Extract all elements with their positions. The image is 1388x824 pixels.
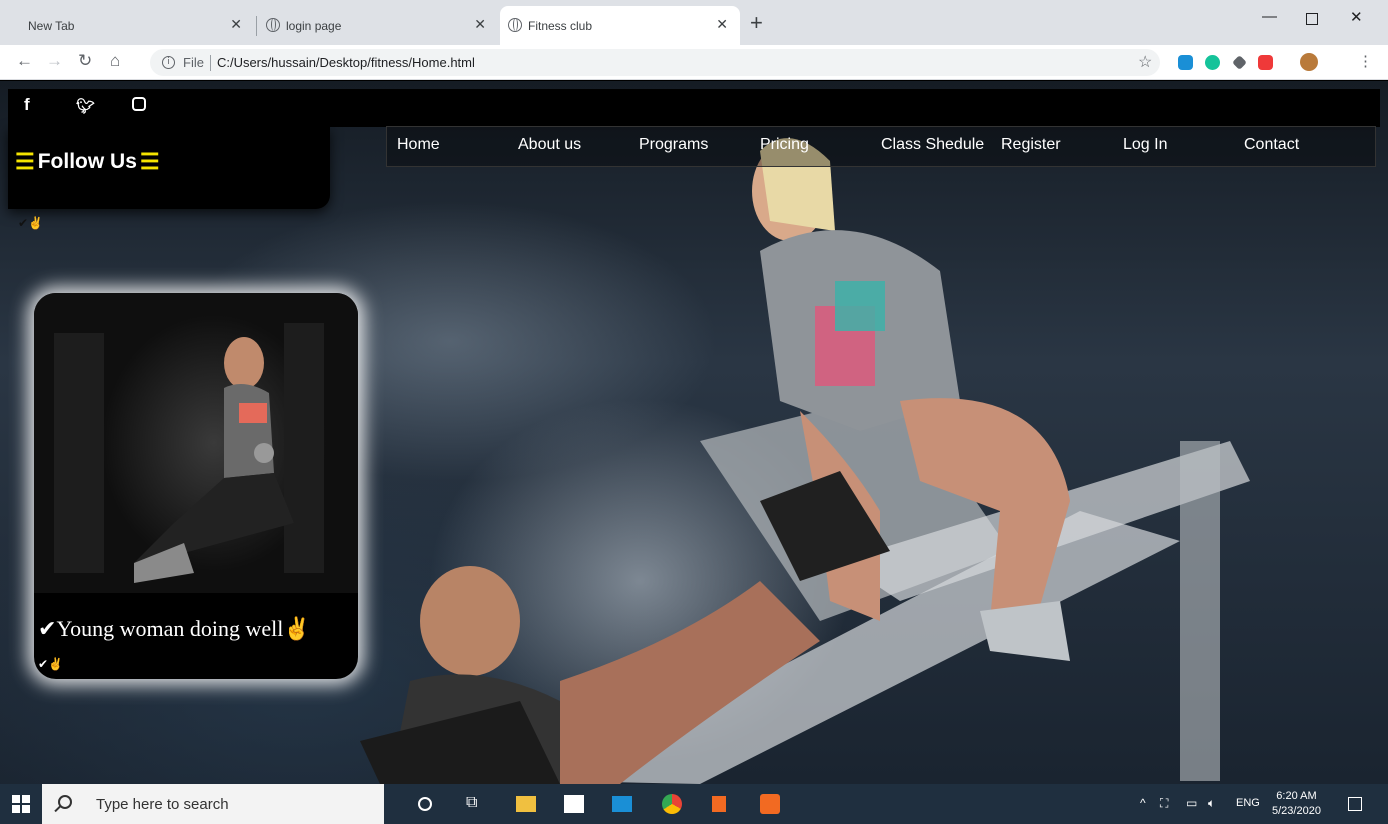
- nav-about-us[interactable]: About us: [518, 136, 581, 154]
- tab-fitness-club[interactable]: Fitness club ✕: [500, 6, 740, 45]
- man-head: [420, 566, 520, 676]
- store-icon[interactable]: [564, 795, 584, 813]
- pocket-icon[interactable]: [1258, 55, 1273, 70]
- back-icon[interactable]: ←: [16, 51, 33, 71]
- woman-shoe: [980, 601, 1070, 661]
- windows-start-icon[interactable]: [12, 795, 30, 813]
- mail-icon[interactable]: [612, 796, 632, 812]
- search-placeholder: Type here to search: [96, 795, 229, 813]
- check-icon: ✔: [38, 616, 57, 641]
- instagram-icon[interactable]: [132, 97, 146, 111]
- windows-taskbar: Type here to search ⧉ ^ ⛶ ▭ 🔈︎ ENG 6:20 …: [0, 784, 1388, 824]
- follow-label: Follow Us: [37, 150, 137, 173]
- facebook-icon[interactable]: f: [24, 95, 30, 115]
- sublime-icon[interactable]: [712, 796, 726, 812]
- close-icon[interactable]: ✕: [474, 16, 486, 33]
- clock-date: 5/23/2020: [1272, 805, 1321, 817]
- feature-card[interactable]: ✔Young woman doing well✌ ✔✌: [34, 293, 358, 679]
- new-tab-icon[interactable]: +: [750, 10, 763, 36]
- tab-title: New Tab: [28, 18, 75, 33]
- follow-us-heading: ☰ Follow Us ☰: [12, 149, 163, 175]
- clock[interactable]: 6:20 AM 5/23/2020: [1272, 789, 1321, 819]
- browser-toolbar: ← → ↻ ⌂ i File C:/Users/hussain/Desktop/…: [0, 45, 1388, 80]
- tab-login-page[interactable]: login page ✕: [258, 6, 498, 45]
- minimize-icon[interactable]: —: [1262, 8, 1277, 25]
- language-indicator[interactable]: ENG: [1236, 797, 1260, 809]
- nav-contact[interactable]: Contact: [1244, 136, 1299, 154]
- globe-icon: [508, 18, 522, 32]
- main-nav: Home About us Programs Pricing Class She…: [386, 126, 1376, 167]
- file-explorer-icon[interactable]: [516, 796, 536, 812]
- woman-top: [224, 384, 274, 478]
- card-caption: ✔Young woman doing well✌: [38, 616, 311, 642]
- chevron-up-icon[interactable]: ^: [1140, 796, 1146, 810]
- extension-icon[interactable]: [1232, 55, 1247, 70]
- card-image: [34, 293, 358, 593]
- tab-new-tab[interactable]: New Tab ✕: [14, 6, 254, 45]
- reload-icon[interactable]: ↻: [78, 51, 92, 71]
- close-icon[interactable]: ✕: [716, 16, 728, 33]
- bookmark-star-icon[interactable]: ☆: [1138, 52, 1152, 72]
- network-icon[interactable]: ⛶: [1160, 796, 1168, 811]
- restore-icon[interactable]: [1306, 13, 1318, 25]
- menu-icon: ☰: [15, 149, 35, 174]
- volume-icon[interactable]: 🔈︎: [1208, 796, 1215, 811]
- victory-hand-icon: ✌: [283, 616, 311, 641]
- handle: [254, 443, 274, 463]
- card-photo: [54, 323, 324, 583]
- cortana-icon[interactable]: [418, 797, 432, 811]
- tab-title: login page: [286, 18, 342, 33]
- menu-icon: ☰: [139, 149, 160, 174]
- caption-text: Young woman doing well: [56, 616, 284, 641]
- battery-icon[interactable]: ▭: [1186, 796, 1197, 810]
- xampp-icon[interactable]: [760, 794, 780, 814]
- check-icon: ✔✌: [38, 657, 63, 671]
- gym-rack: [54, 333, 104, 573]
- forward-icon[interactable]: →: [46, 51, 63, 71]
- chrome-icon[interactable]: [662, 794, 682, 814]
- nav-class-shedule[interactable]: Class Shedule: [881, 136, 984, 154]
- tab-separator: [256, 16, 257, 36]
- info-icon[interactable]: i: [162, 56, 175, 69]
- gym-rack: [284, 323, 324, 573]
- nav-register[interactable]: Register: [1001, 136, 1061, 154]
- tab-strip: New Tab ✕ login page ✕ Fitness club ✕ + …: [0, 0, 1388, 45]
- notifications-icon[interactable]: [1348, 797, 1362, 811]
- task-view-icon[interactable]: ⧉: [466, 794, 486, 814]
- check-icon: ✔✌: [18, 216, 43, 230]
- search-icon: [58, 795, 72, 809]
- woman-head: [224, 337, 264, 389]
- address-bar[interactable]: i File C:/Users/hussain/Desktop/fitness/…: [150, 49, 1160, 76]
- url-text: C:/Users/hussain/Desktop/fitness/Home.ht…: [216, 55, 475, 70]
- avatar[interactable]: [1300, 53, 1318, 71]
- machine-post: [1180, 441, 1220, 781]
- divider: [209, 54, 211, 71]
- twitter-icon[interactable]: 🐦︎: [76, 97, 95, 115]
- nav-pricing[interactable]: Pricing: [760, 136, 809, 154]
- taskbar-search[interactable]: Type here to search: [42, 784, 384, 824]
- nav-home[interactable]: Home: [397, 136, 440, 154]
- nav-log-in[interactable]: Log In: [1123, 136, 1167, 154]
- globe-icon: [266, 18, 280, 32]
- close-icon[interactable]: ✕: [230, 16, 242, 33]
- tab-title: Fitness club: [528, 18, 593, 33]
- nav-programs[interactable]: Programs: [639, 136, 708, 154]
- extension-icon[interactable]: [1178, 55, 1193, 70]
- menu-icon[interactable]: ⋮: [1358, 52, 1373, 70]
- close-window-icon[interactable]: ✕: [1350, 8, 1363, 26]
- page-viewport: f 🐦︎ ☰ Follow Us ☰ ✔✌ Home About us Prog…: [0, 81, 1388, 784]
- social-strip: [8, 89, 1380, 127]
- clock-time: 6:20 AM: [1276, 790, 1317, 802]
- woman-top-print: [835, 281, 885, 331]
- woman-top-print: [239, 403, 267, 423]
- screen: New Tab ✕ login page ✕ Fitness club ✕ + …: [0, 0, 1388, 824]
- home-icon[interactable]: ⌂: [110, 51, 120, 71]
- grammarly-icon[interactable]: [1205, 55, 1220, 70]
- url-scheme: File: [183, 55, 204, 70]
